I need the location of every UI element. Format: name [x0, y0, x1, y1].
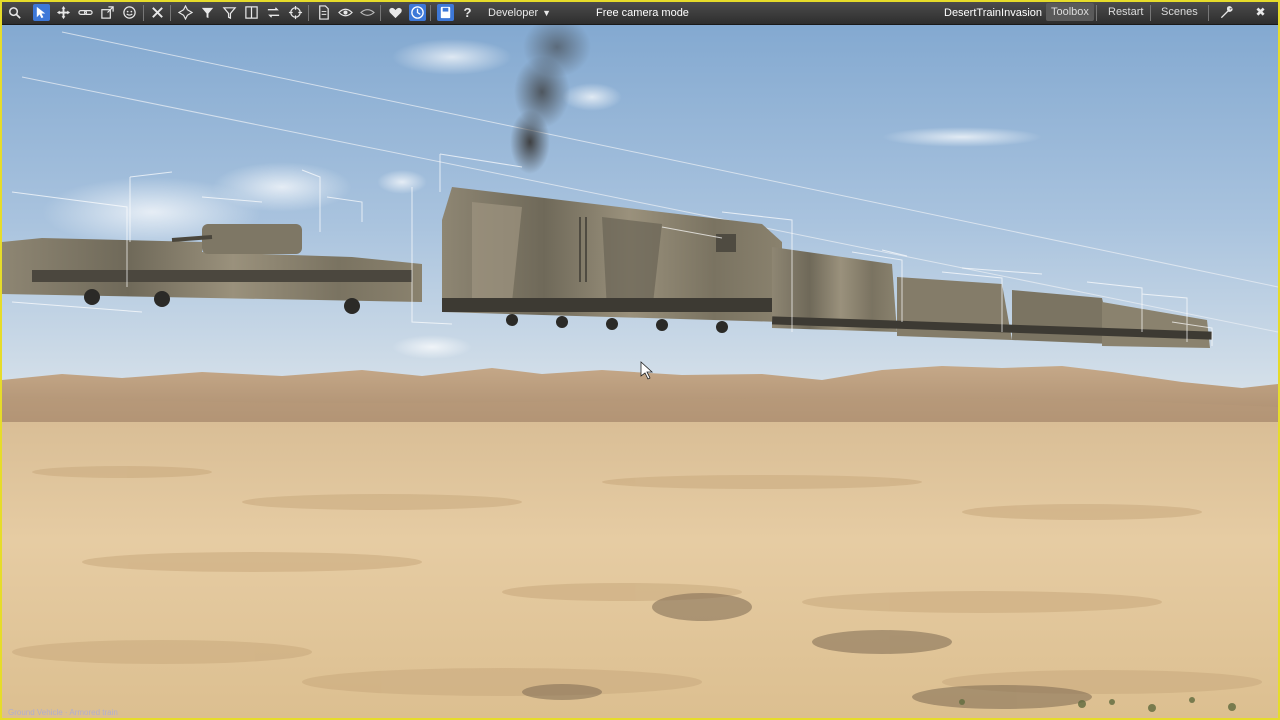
pivot-icon [178, 5, 193, 20]
toolbar-separator [430, 5, 431, 21]
swap-icon [267, 7, 280, 18]
link-icon [78, 10, 93, 15]
smile-icon [123, 6, 136, 19]
editor-frame: ? Developer ▼ Free camera mode DesertTrai… [0, 0, 1280, 720]
help-icon: ? [463, 5, 471, 20]
filter-outline-button[interactable] [221, 4, 238, 21]
clock-icon [411, 6, 424, 19]
select-arrow-icon [36, 6, 46, 19]
visibility-button[interactable] [337, 4, 354, 21]
split-view-icon [245, 6, 258, 19]
swap-tool-button[interactable] [265, 4, 282, 21]
close-icon: ✖ [1255, 5, 1266, 19]
select-tool-button[interactable] [33, 4, 50, 21]
favorite-button[interactable] [387, 4, 404, 21]
pivot-tool-button[interactable] [177, 4, 194, 21]
split-view-button[interactable] [243, 4, 260, 21]
editor-toolbar: ? Developer ▼ Free camera mode DesertTrai… [2, 2, 1278, 25]
move-icon [56, 5, 71, 20]
developer-dropdown-label: Developer [488, 7, 539, 19]
restart-button[interactable]: Restart [1103, 3, 1148, 21]
toolbar-separator [1150, 5, 1151, 21]
save-icon [440, 6, 451, 19]
settings-button[interactable] [1218, 4, 1235, 21]
filter-tool-button[interactable] [199, 4, 216, 21]
toolbar-separator [1208, 5, 1209, 21]
funnel-icon [201, 7, 214, 19]
close-button[interactable]: ✖ [1252, 4, 1269, 21]
scale-icon [101, 6, 114, 19]
face-tool-button[interactable] [121, 4, 138, 21]
camera-mode-label: Free camera mode [596, 7, 689, 19]
status-line: Ground Vehicle · Armored train [8, 708, 118, 717]
save-button[interactable] [437, 4, 454, 21]
toolbar-separator [380, 5, 381, 21]
toolbar-separator [1096, 5, 1097, 21]
chevron-down-icon: ▼ [542, 8, 552, 18]
time-button[interactable] [409, 4, 426, 21]
document-icon [319, 5, 329, 20]
document-button[interactable] [315, 4, 332, 21]
scene-name-label: DesertTrainInvasion [944, 7, 1043, 19]
heart-icon [389, 7, 402, 19]
toolbar-separator [143, 5, 144, 21]
help-button[interactable]: ? [459, 4, 476, 21]
move-tool-button[interactable] [55, 4, 72, 21]
desert-scene [2, 2, 1278, 718]
scale-tool-button[interactable] [99, 4, 116, 21]
eye-icon [338, 8, 353, 17]
delete-tool-button[interactable] [149, 4, 166, 21]
snap-tool-button[interactable] [287, 4, 304, 21]
toolbar-separator [170, 5, 171, 21]
link-tool-button[interactable] [77, 4, 94, 21]
close-cross-icon [152, 7, 163, 18]
toolbar-separator [308, 5, 309, 21]
eye-outline-icon [360, 9, 375, 16]
toolbox-button[interactable]: Toolbox [1046, 3, 1094, 21]
scenes-button[interactable]: Scenes [1156, 3, 1203, 21]
crosshair-icon [288, 5, 303, 20]
search-tool-button[interactable] [6, 4, 23, 21]
outline-funnel-icon [222, 7, 237, 20]
wrench-icon [1220, 6, 1233, 19]
search-icon [9, 7, 21, 19]
visibility-outline-button[interactable] [359, 4, 376, 21]
developer-dropdown[interactable]: Developer ▼ [488, 5, 551, 21]
svg-text:?: ? [463, 5, 471, 20]
3d-viewport[interactable] [2, 2, 1278, 718]
